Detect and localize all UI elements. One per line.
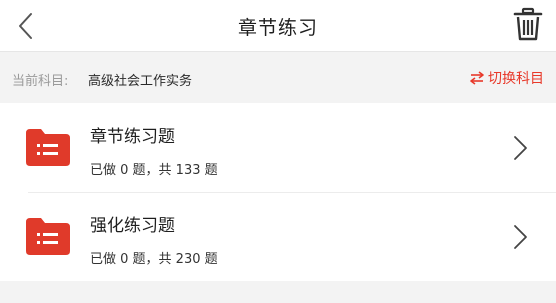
trash-icon [513, 7, 543, 41]
list-item-chapter-exercises[interactable]: 章节练习题 已做 0 题，共 133 题 [0, 103, 556, 192]
chevron-right-icon [514, 136, 527, 160]
chapter-practice-screen: 章节练习 当前科目: 高级社会工作实务 切换科目 章节练习题 已做 0 题，共 … [0, 0, 556, 303]
item-progress: 已做 0 题，共 133 题 [90, 163, 218, 178]
switch-subject-button[interactable]: 切换科目 [469, 68, 544, 88]
chevron-right-icon [514, 225, 527, 249]
exercise-list: 章节练习题 已做 0 题，共 133 题 强化练习题 已做 0 题，共 230 … [0, 103, 556, 281]
current-subject-name: 高级社会工作实务 [88, 74, 193, 89]
item-title: 章节练习题 [90, 127, 175, 147]
list-item-intensive-exercises[interactable]: 强化练习题 已做 0 题，共 230 题 [0, 192, 556, 281]
header-bar: 章节练习 [0, 0, 556, 52]
page-title: 章节练习 [237, 17, 318, 39]
current-subject-label: 当前科目: [12, 74, 69, 89]
folder-list-icon [26, 218, 70, 255]
swap-arrows-icon [470, 71, 484, 85]
current-subject-bar: 当前科目: 高级社会工作实务 切换科目 [0, 53, 556, 103]
folder-list-icon [26, 129, 70, 166]
item-progress: 已做 0 题，共 230 题 [90, 252, 218, 267]
switch-subject-label: 切换科目 [488, 71, 544, 87]
item-title: 强化练习题 [90, 216, 175, 236]
delete-button[interactable] [512, 6, 544, 42]
